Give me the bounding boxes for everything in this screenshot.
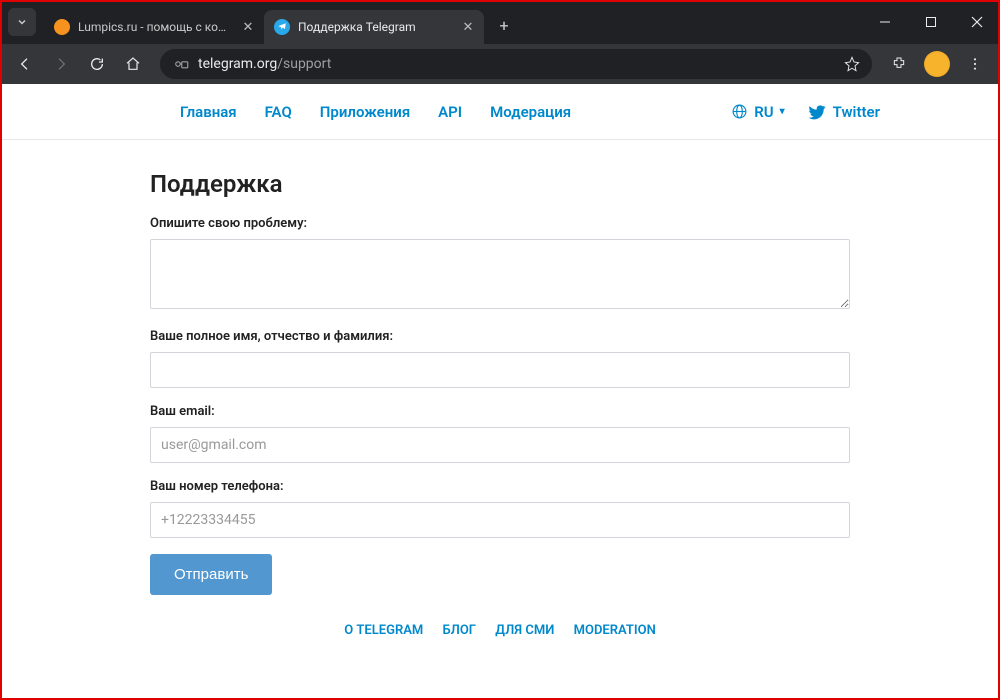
tab-lumpics[interactable]: Lumpics.ru - помощь с компь ✕ <box>44 10 264 44</box>
minimize-button[interactable] <box>862 0 908 44</box>
phone-input[interactable] <box>150 502 850 538</box>
address-bar[interactable]: telegram.org/support <box>160 49 872 79</box>
extensions-button[interactable] <box>884 49 914 79</box>
profile-avatar[interactable] <box>924 51 950 77</box>
url-text: telegram.org/support <box>198 56 836 72</box>
titlebar: Lumpics.ru - помощь с компь ✕ Поддержка … <box>0 0 1000 44</box>
page-title: Поддержка <box>150 170 850 198</box>
problem-label: Опишите свою проблему: <box>150 216 850 231</box>
nav-moderation[interactable]: Модерация <box>490 103 571 121</box>
twitter-link[interactable]: Twitter <box>807 102 880 122</box>
nav-apps[interactable]: Приложения <box>320 103 410 121</box>
forward-button[interactable] <box>46 49 76 79</box>
tab-title: Поддержка Telegram <box>298 20 452 34</box>
bookmark-icon[interactable] <box>844 56 860 72</box>
back-button[interactable] <box>10 49 40 79</box>
email-input[interactable] <box>150 427 850 463</box>
support-form: Поддержка Опишите свою проблему: Ваше по… <box>150 140 850 638</box>
footer-moderation[interactable]: MODERATION <box>574 623 656 638</box>
new-tab-button[interactable]: + <box>490 11 518 39</box>
nav-home[interactable]: Главная <box>180 103 237 121</box>
tab-search-button[interactable] <box>8 8 36 36</box>
footer-links: О TELEGRAM БЛОГ ДЛЯ СМИ MODERATION <box>150 623 850 638</box>
favicon-lumpics <box>54 19 70 35</box>
nav-faq[interactable]: FAQ <box>265 103 292 121</box>
footer-about[interactable]: О TELEGRAM <box>344 623 423 638</box>
name-label: Ваше полное имя, отчество и фамилия: <box>150 329 850 344</box>
tab-title: Lumpics.ru - помощь с компь <box>78 20 232 34</box>
tab-telegram-support[interactable]: Поддержка Telegram ✕ <box>264 10 484 44</box>
twitter-label: Twitter <box>833 103 880 121</box>
language-label: RU <box>754 103 773 121</box>
phone-label: Ваш номер телефона: <box>150 479 850 494</box>
language-selector[interactable]: RU ▾ <box>731 103 784 121</box>
close-icon[interactable]: ✕ <box>240 19 256 35</box>
twitter-icon <box>807 102 827 122</box>
site-info-icon[interactable] <box>172 55 190 73</box>
chevron-down-icon: ▾ <box>780 106 785 117</box>
globe-icon <box>731 103 748 120</box>
name-input[interactable] <box>150 352 850 388</box>
submit-button[interactable]: Отправить <box>150 554 272 595</box>
close-window-button[interactable] <box>954 0 1000 44</box>
favicon-telegram <box>274 19 290 35</box>
menu-button[interactable] <box>960 49 990 79</box>
maximize-button[interactable] <box>908 0 954 44</box>
email-label: Ваш email: <box>150 404 850 419</box>
site-nav: Главная FAQ Приложения API Модерация RU … <box>0 84 1000 140</box>
footer-press[interactable]: ДЛЯ СМИ <box>495 623 554 638</box>
nav-api[interactable]: API <box>438 103 462 121</box>
home-button[interactable] <box>118 49 148 79</box>
problem-textarea[interactable] <box>150 239 850 309</box>
reload-button[interactable] <box>82 49 112 79</box>
footer-blog[interactable]: БЛОГ <box>443 623 477 638</box>
close-icon[interactable]: ✕ <box>460 19 476 35</box>
browser-toolbar: telegram.org/support <box>0 44 1000 84</box>
page-content: Главная FAQ Приложения API Модерация RU … <box>0 84 1000 700</box>
